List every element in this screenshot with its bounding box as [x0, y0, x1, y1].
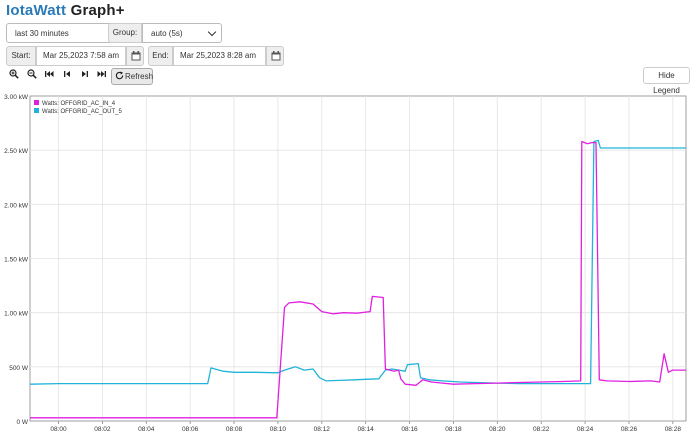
chart-series [29, 139, 686, 419]
y-tick-label: 1.00 kW [4, 311, 29, 318]
legend-label: Watts: OFFGRID_AC_IN_4 [42, 101, 116, 107]
x-tick-label: 08:02 [94, 426, 111, 433]
start-input[interactable]: Mar 25,2023 7:58 am [36, 46, 126, 66]
skip-forward-icon [97, 71, 106, 77]
legend-label: Watts: OFFGRID_AC_OUT_5 [42, 109, 122, 115]
x-tick-label: 08:00 [50, 426, 67, 433]
x-tick-label: 08:24 [577, 426, 594, 433]
zoom-out-button[interactable] [24, 68, 40, 84]
x-tick-label: 08:06 [182, 426, 199, 433]
series-line-ac-out [29, 139, 686, 385]
end-calendar-button[interactable] [266, 46, 284, 66]
y-tick-label: 500 W [9, 365, 29, 372]
refresh-button[interactable]: Refresh [111, 68, 153, 85]
end-label: End: [148, 46, 173, 66]
skip-forward-button[interactable] [94, 68, 110, 84]
legend-swatch [34, 100, 39, 105]
zoom-out-icon [27, 69, 37, 79]
end-input[interactable]: Mar 25,2023 8:28 am [173, 46, 266, 66]
x-tick-label: 08:04 [138, 426, 155, 433]
skip-back-button[interactable] [41, 68, 57, 84]
plot-frame [29, 95, 687, 422]
y-tick-label: 3.00 kW [4, 94, 29, 101]
refresh-icon [115, 71, 124, 80]
x-tick-label: 08:22 [533, 426, 550, 433]
group-select-value: auto (5s) [151, 29, 183, 38]
x-tick-label: 08:26 [621, 426, 638, 433]
zoom-in-button[interactable] [6, 68, 22, 84]
range-select-value: last 30 minutes [15, 29, 69, 38]
y-tick-label: 1.50 kW [4, 257, 29, 264]
calendar-icon [131, 51, 141, 61]
group-label: Group: [108, 23, 142, 43]
y-tick-label: 2.00 kW [4, 202, 29, 209]
y-tick-label: 2.50 kW [4, 148, 29, 155]
x-tick-label: 08:20 [489, 426, 506, 433]
x-tick-label: 08:14 [358, 426, 375, 433]
x-tick-label: 08:08 [226, 426, 243, 433]
chart-grid [29, 95, 687, 424]
x-tick-label: 08:16 [401, 426, 418, 433]
start-calendar-button[interactable] [126, 46, 144, 66]
step-back-icon [64, 71, 70, 77]
brand-name: IotaWatt [6, 2, 67, 19]
x-tick-label: 08:10 [270, 426, 287, 433]
hide-legend-button[interactable]: Hide Legend [643, 67, 690, 95]
x-tick-label: 08:28 [665, 426, 682, 433]
series-line-ac-in [30, 140, 686, 419]
chart-legend: Watts: OFFGRID_AC_IN_4 Watts: OFFGRID_AC_… [34, 100, 122, 115]
step-forward-icon [82, 71, 88, 77]
x-axis: 08:00 08:02 08:04 08:06 08:08 08:10 08:12 08:14… [50, 426, 681, 433]
chevron-down-icon [207, 27, 217, 37]
zoom-in-icon [9, 69, 19, 79]
page-subtitle: Graph+ [66, 2, 125, 19]
start-label: Start: [6, 46, 36, 66]
skip-back-icon [45, 71, 54, 77]
step-back-button[interactable] [59, 68, 75, 84]
x-tick-label: 08:18 [445, 426, 462, 433]
group-select[interactable]: auto (5s) [142, 23, 222, 43]
calendar-icon [271, 51, 281, 61]
app-title: IotaWatt Graph+ [6, 2, 125, 19]
refresh-label: Refresh [125, 72, 154, 81]
legend-swatch [34, 108, 39, 113]
y-tick-label: 0 W [16, 419, 28, 426]
x-tick-label: 08:12 [314, 426, 331, 433]
y-axis: 0 W 500 W 1.00 kW 1.50 kW 2.00 kW 2.50 kW 3.00… [4, 94, 29, 426]
step-forward-button[interactable] [77, 68, 93, 84]
